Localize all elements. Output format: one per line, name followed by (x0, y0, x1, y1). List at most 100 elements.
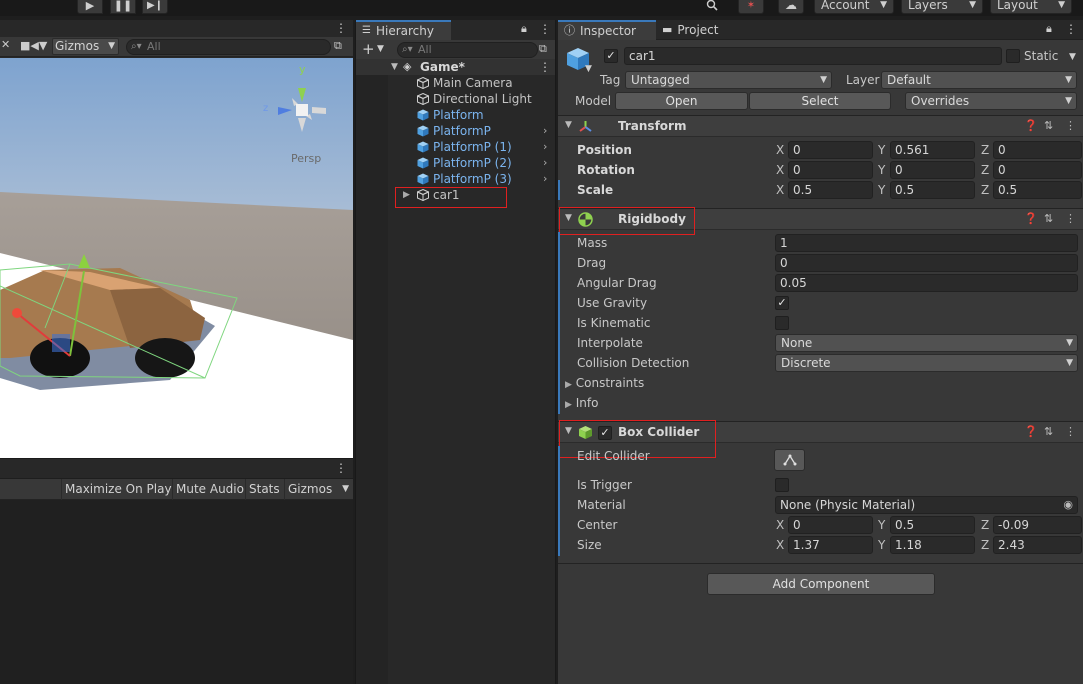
step-button[interactable]: ▶❙ (142, 0, 168, 14)
tag-dropdown[interactable]: Untagged ▼ (625, 71, 832, 89)
chevron-right-icon[interactable]: › (543, 123, 547, 139)
scene-filter-icon[interactable]: ⧉ (334, 39, 342, 53)
collision-detection-dropdown[interactable]: Discrete ▼ (775, 354, 1078, 372)
game-viewport[interactable] (0, 500, 353, 684)
axis-x-label: X (776, 183, 785, 197)
play-button[interactable]: ▶ (77, 0, 103, 14)
size-z-input[interactable]: 2.43 (993, 536, 1082, 554)
help-icon[interactable]: ❓ (1024, 119, 1038, 132)
hierarchy-search-input[interactable]: ⌕▾ All (397, 42, 538, 58)
kebab-icon[interactable]: ⋮ (1065, 425, 1076, 438)
stats-toggle[interactable]: Stats (245, 479, 283, 500)
material-field[interactable]: None (Physic Material) ◉ (775, 496, 1078, 514)
model-select-button[interactable]: Select (749, 92, 891, 110)
preset-icon[interactable]: ⇅ (1044, 119, 1053, 132)
is-kinematic-checkbox[interactable] (775, 316, 789, 330)
gizmos-dropdown[interactable]: Gizmos ▼ (52, 38, 119, 55)
active-checkbox[interactable]: ✓ (604, 49, 618, 63)
size-x-input[interactable]: 1.37 (788, 536, 873, 554)
scene-search-input[interactable]: ⌕▾ All (126, 39, 331, 55)
scale-y-input[interactable]: 0.5 (890, 181, 975, 199)
center-z-input[interactable]: -0.09 (993, 516, 1082, 534)
scene-more-menu[interactable]: ⋮ (333, 20, 349, 36)
angular-drag-input[interactable]: 0.05 (775, 274, 1078, 292)
info-foldout[interactable]: ▶ Info (565, 394, 598, 412)
expand-arrow-icon[interactable]: ▼ (391, 59, 398, 75)
preset-icon[interactable]: ⇅ (1044, 425, 1053, 438)
hierarchy-item[interactable]: PlatformP › (356, 123, 555, 139)
kebab-icon[interactable]: ⋮ (1065, 212, 1076, 225)
interpolate-dropdown[interactable]: None ▼ (775, 334, 1078, 352)
caret-down-icon[interactable]: ▼ (585, 64, 592, 74)
layers-dropdown[interactable]: Layers ▼ (901, 0, 983, 14)
account-dropdown[interactable]: Account ▼ (814, 0, 894, 14)
hierarchy-item[interactable]: PlatformP (2) › (356, 155, 555, 171)
kebab-icon[interactable]: ⋮ (539, 22, 551, 36)
center-y-input[interactable]: 0.5 (890, 516, 975, 534)
rotation-x-input[interactable]: 0 (788, 161, 873, 179)
object-picker-icon[interactable]: ◉ (1063, 497, 1073, 513)
layer-dropdown[interactable]: Default ▼ (881, 71, 1077, 89)
camera-icon[interactable]: ■◀▼ (20, 39, 47, 52)
scale-z-input[interactable]: 0.5 (993, 181, 1082, 199)
layout-dropdown[interactable]: Layout ▼ (990, 0, 1072, 14)
tools-icon[interactable]: ✕ (1, 38, 10, 51)
tab-project[interactable]: ▬ Project (656, 20, 736, 40)
overrides-dropdown[interactable]: Overrides ▼ (905, 92, 1077, 110)
position-y-input[interactable]: 0.561 (890, 141, 975, 159)
kebab-icon[interactable]: ⋮ (1065, 22, 1077, 36)
scale-x-input[interactable]: 0.5 (788, 181, 873, 199)
search-button[interactable] (699, 0, 725, 14)
maximize-on-play-toggle[interactable]: Maximize On Play (61, 479, 175, 500)
chevron-right-icon[interactable]: › (543, 171, 547, 187)
kebab-icon[interactable]: ⋮ (539, 59, 551, 75)
is-trigger-checkbox[interactable] (775, 478, 789, 492)
lock-icon[interactable]: 🔒︎ (1046, 22, 1052, 36)
rotation-z-input[interactable]: 0 (993, 161, 1082, 179)
transform-header[interactable]: ▼ Transform ❓ ⇅ ⋮ (558, 115, 1083, 137)
hierarchy-item[interactable]: PlatformP (3) › (356, 171, 555, 187)
center-x-input[interactable]: 0 (788, 516, 873, 534)
lock-icon[interactable]: 🔒︎ (521, 22, 527, 36)
collab-button[interactable]: ✶ (738, 0, 764, 14)
constraints-foldout[interactable]: ▶ Constraints (565, 374, 644, 392)
persp-label[interactable]: Persp (291, 152, 321, 165)
drag-input[interactable]: 0 (775, 254, 1078, 272)
model-open-button[interactable]: Open (615, 92, 748, 110)
add-object-button[interactable]: + (362, 41, 375, 58)
preset-icon[interactable]: ⇅ (1044, 212, 1053, 225)
tab-hierarchy[interactable]: ☰ Hierarchy (356, 20, 451, 40)
add-component-button[interactable]: Add Component (707, 573, 935, 595)
chevron-right-icon[interactable]: › (543, 139, 547, 155)
rotation-y-input[interactable]: 0 (890, 161, 975, 179)
help-icon[interactable]: ❓ (1024, 212, 1038, 225)
use-gravity-checkbox[interactable]: ✓ (775, 296, 789, 310)
pause-button[interactable]: ❚❚ (110, 0, 136, 14)
hierarchy-item[interactable]: Main Camera (356, 75, 555, 91)
cloud-button[interactable]: ☁ (778, 0, 804, 14)
mute-audio-toggle[interactable]: Mute Audio (172, 479, 247, 500)
hierarchy-item[interactable]: Platform (356, 107, 555, 123)
expand-arrow-icon[interactable]: ▼ (565, 120, 572, 130)
static-checkbox[interactable] (1006, 49, 1020, 63)
game-gizmos-dropdown[interactable]: Gizmos ▼ (284, 479, 353, 500)
scene-row[interactable]: ▼ ◈ Game* ⋮ (356, 59, 555, 75)
collision-detection-label: Collision Detection (577, 356, 690, 370)
edit-collider-label: Edit Collider (577, 449, 650, 463)
position-x-input[interactable]: 0 (788, 141, 873, 159)
game-more-menu[interactable]: ⋮ (333, 460, 349, 476)
position-z-input[interactable]: 0 (993, 141, 1082, 159)
kebab-icon[interactable]: ⋮ (1065, 119, 1076, 132)
tab-inspector[interactable]: ⓘ Inspector (558, 20, 656, 40)
help-icon[interactable]: ❓ (1024, 425, 1038, 438)
hierarchy-item[interactable]: Directional Light (356, 91, 555, 107)
hierarchy-filter-icon[interactable]: ⧉ (539, 42, 547, 56)
chevron-right-icon[interactable]: › (543, 155, 547, 171)
hierarchy-item[interactable]: PlatformP (1) › (356, 139, 555, 155)
object-name-input[interactable]: car1 (624, 47, 1002, 65)
size-y-input[interactable]: 1.18 (890, 536, 975, 554)
scene-viewport[interactable]: y z Persp (0, 58, 353, 458)
mass-input[interactable]: 1 (775, 234, 1078, 252)
edit-collider-button[interactable] (774, 449, 805, 471)
caret-down-icon[interactable]: ▼ (1069, 52, 1076, 62)
